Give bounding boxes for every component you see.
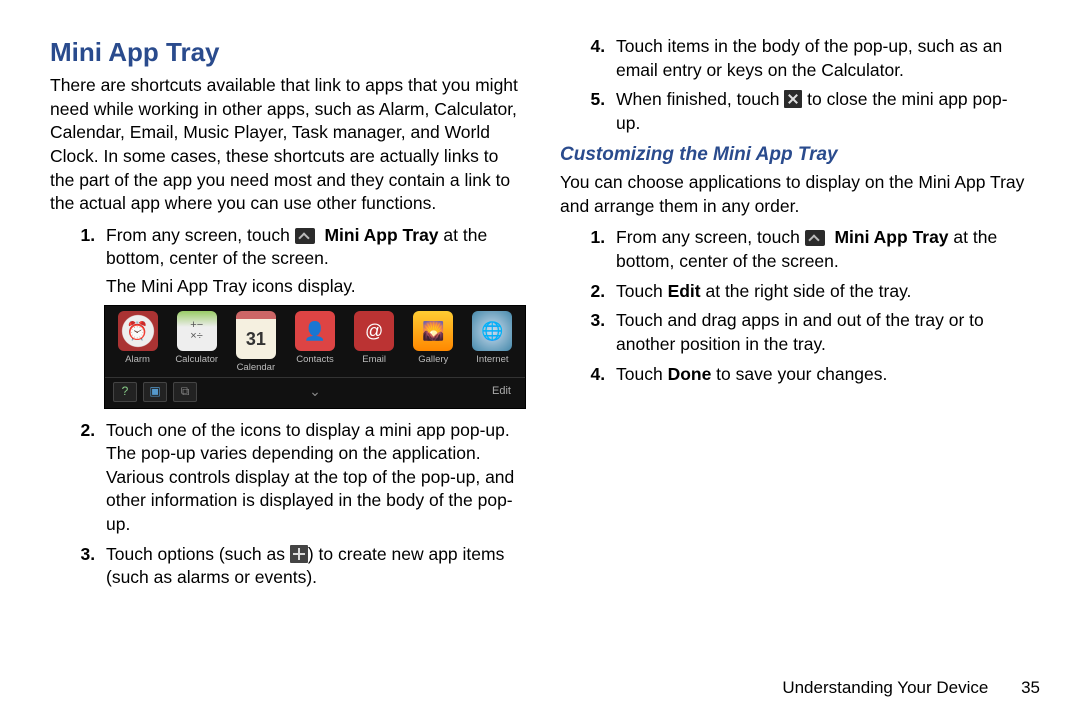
tray-app-label: Gallery: [418, 354, 448, 367]
window-icon: ▣: [143, 382, 167, 402]
step-text: Touch options (such as: [106, 544, 290, 564]
step-4: Touch items in the body of the pop-up, s…: [610, 35, 1030, 82]
step-2: Touch one of the icons to display a mini…: [100, 419, 520, 537]
tray-app-label: Calculator: [175, 354, 218, 367]
email-icon: @: [354, 311, 394, 351]
calculator-icon: +−×÷: [177, 311, 217, 351]
left-column: Mini App Tray There are shortcuts availa…: [50, 35, 520, 596]
step-text: Touch: [616, 364, 668, 384]
chevron-down-icon: ⌄: [309, 382, 321, 401]
mini-app-tray-label: Mini App Tray: [324, 225, 438, 245]
copy-icon: ⧉: [173, 382, 197, 402]
plus-icon: [290, 545, 308, 563]
page-number: 35: [1021, 678, 1040, 697]
internet-icon: 🌐: [472, 311, 512, 351]
alarm-icon: ⏰: [118, 311, 158, 351]
tray-app-label: Contacts: [296, 354, 334, 367]
step-text: Touch: [616, 281, 668, 301]
tray-app-label: Calendar: [237, 362, 276, 375]
mini-app-tray-icon: [805, 230, 825, 246]
step-3: Touch options (such as ) to create new a…: [100, 543, 520, 590]
tray-bottom-row: ? ▣ ⧉ ⌄ Edit: [105, 377, 525, 408]
gallery-icon: 🌄: [413, 311, 453, 351]
subsection-heading: Customizing the Mini App Tray: [560, 142, 1030, 168]
calendar-icon: 31: [236, 311, 276, 359]
cstep-2: Touch Edit at the right side of the tray…: [610, 280, 1030, 304]
cstep-3: Touch and drag apps in and out of the tr…: [610, 309, 1030, 356]
steps-list-right-cont: Touch items in the body of the pop-up, s…: [560, 35, 1030, 136]
tray-app-calendar: 31 Calendar: [227, 311, 284, 375]
tray-edit-label: Edit: [486, 382, 517, 401]
step-text: When finished, touch: [616, 89, 784, 109]
cstep-1: From any screen, touch Mini App Tray at …: [610, 226, 1030, 273]
step-1: From any screen, touch Mini App Tray at …: [100, 224, 520, 409]
tray-app-contacts: 👤 Contacts: [286, 311, 343, 375]
tray-app-alarm: ⏰ Alarm: [109, 311, 166, 375]
section-heading: Mini App Tray: [50, 35, 520, 70]
tray-app-label: Internet: [476, 354, 508, 367]
intro-paragraph: There are shortcuts available that link …: [50, 74, 520, 216]
tray-app-gallery: 🌄 Gallery: [405, 311, 462, 375]
cstep-4: Touch Done to save your changes.: [610, 363, 1030, 387]
mini-app-tray-label: Mini App Tray: [834, 227, 948, 247]
tray-app-label: Alarm: [125, 354, 150, 367]
contacts-icon: 👤: [295, 311, 335, 351]
step-subtext: The Mini App Tray icons display.: [106, 275, 520, 299]
tray-app-calculator: +−×÷ Calculator: [168, 311, 225, 375]
step-text: From any screen, touch: [616, 227, 805, 247]
mini-app-tray-icon: [295, 228, 315, 244]
customize-steps: From any screen, touch Mini App Tray at …: [560, 226, 1030, 386]
tray-app-label: Email: [362, 354, 386, 367]
mini-app-tray-figure: ⏰ Alarm +−×÷ Calculator 31 Calendar 👤: [104, 305, 526, 409]
tray-app-internet: 🌐 Internet: [464, 311, 521, 375]
step-text: at the right side of the tray.: [701, 281, 912, 301]
tray-apps-row: ⏰ Alarm +−×÷ Calculator 31 Calendar 👤: [105, 306, 525, 377]
steps-list-left: From any screen, touch Mini App Tray at …: [50, 224, 520, 590]
step-5: When finished, touch to close the mini a…: [610, 88, 1030, 135]
close-icon: [784, 90, 802, 108]
step-text: to save your changes.: [711, 364, 887, 384]
edit-label: Edit: [668, 281, 701, 301]
done-label: Done: [668, 364, 712, 384]
page-footer: Understanding Your Device 35: [782, 677, 1040, 700]
right-column: Touch items in the body of the pop-up, s…: [560, 35, 1030, 596]
step-text: From any screen, touch: [106, 225, 295, 245]
help-icon: ?: [113, 382, 137, 402]
intro2-paragraph: You can choose applications to display o…: [560, 171, 1030, 218]
tray-app-email: @ Email: [346, 311, 403, 375]
chapter-title: Understanding Your Device: [782, 678, 988, 697]
